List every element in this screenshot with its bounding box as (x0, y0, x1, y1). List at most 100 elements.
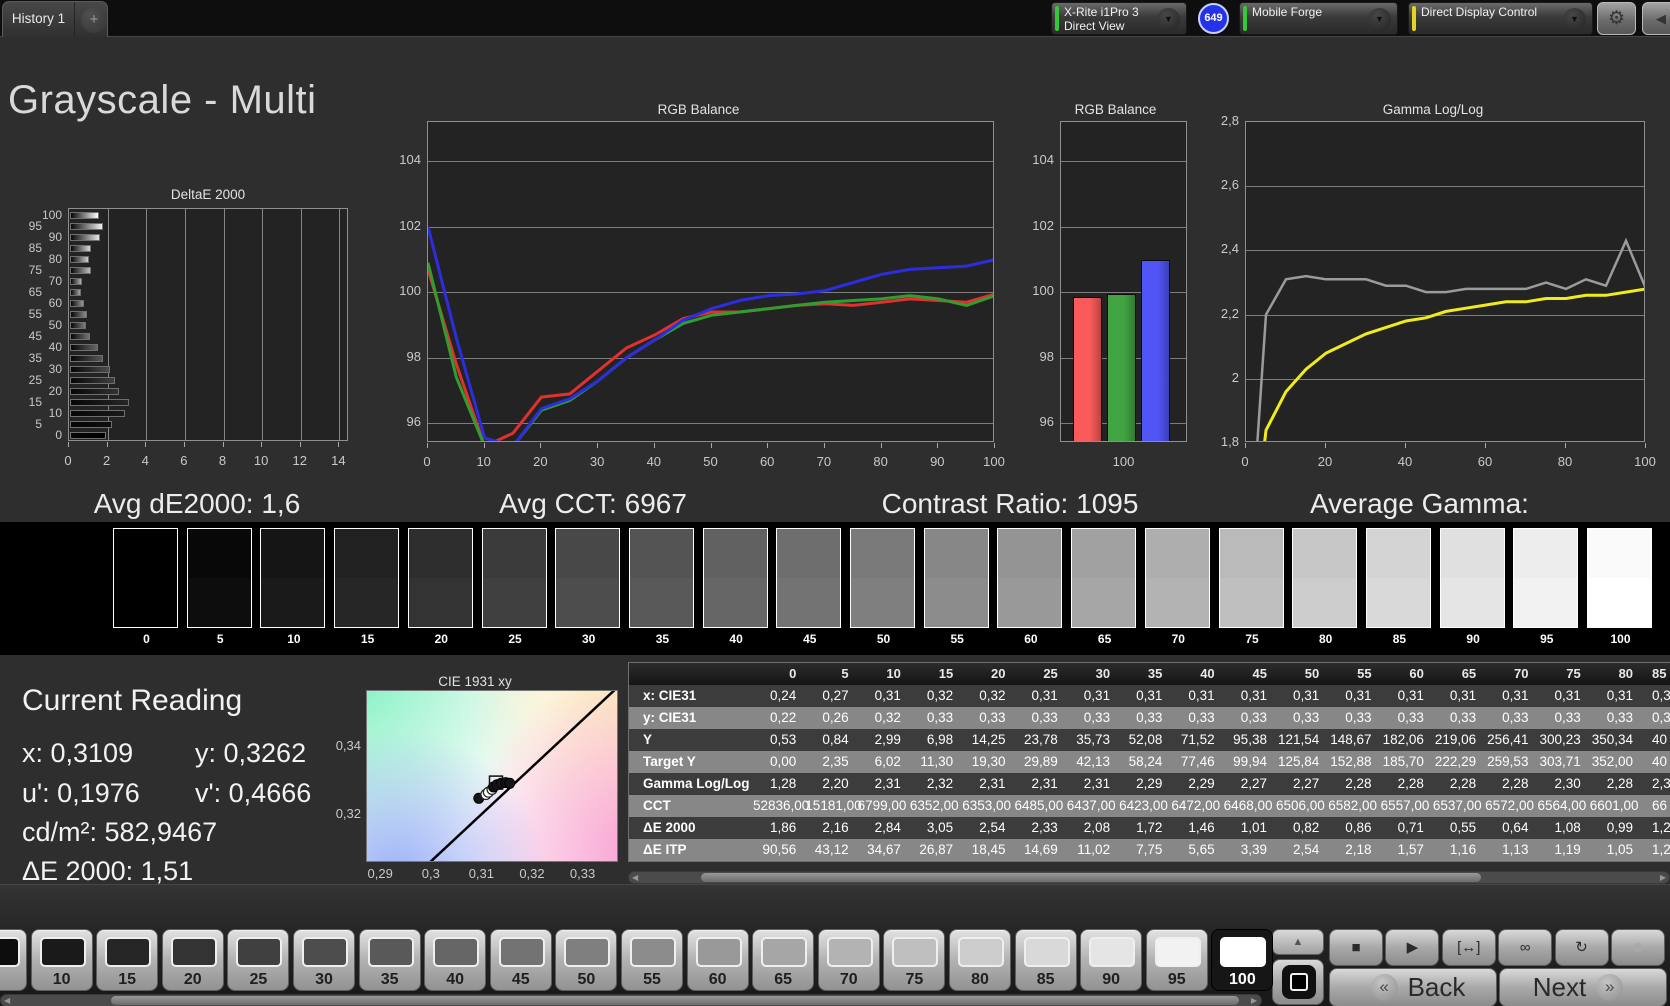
grayscale-swatch-80 (1292, 528, 1358, 628)
patch-button-90[interactable]: 90 (1080, 929, 1143, 991)
patch-button-40[interactable]: 40 (424, 929, 487, 991)
pattern-window-button[interactable] (1272, 959, 1324, 1005)
cell: 6506,00 (1275, 798, 1325, 813)
patch-button-30[interactable]: 30 (293, 929, 355, 991)
meter-label: Mobile Forge (1252, 5, 1323, 19)
table-scrollbar[interactable]: ◀ ▶ (628, 871, 1670, 884)
patch-button-85[interactable]: 85 (1014, 929, 1077, 991)
patch-label: 5 (0, 971, 26, 989)
table-scrollbar-thumb[interactable] (701, 873, 1481, 882)
patch-button-10[interactable]: 10 (30, 929, 93, 991)
chevron-left-icon[interactable]: ◀ (632, 872, 638, 884)
control-button-loop[interactable]: ∞ (1498, 929, 1553, 966)
patch-button-20[interactable]: 20 (161, 929, 224, 991)
meter-dropdown-xrite[interactable]: X-Rite i1Pro 3 Direct View ▼ (1051, 2, 1187, 35)
meter-dropdown-display-control[interactable]: Direct Display Control ▼ (1408, 2, 1593, 35)
swatch-label: 75 (1245, 632, 1259, 646)
control-button-record[interactable]: ● (1611, 929, 1665, 966)
cell: 2,08 (1083, 820, 1111, 835)
chevron-left-icon[interactable]: ◀ (4, 995, 10, 1006)
gridline (184, 209, 186, 440)
patch-button-25[interactable]: 25 (227, 929, 290, 991)
y-tick-label: 65 (28, 285, 42, 299)
patch-button-75[interactable]: 75 (883, 929, 946, 991)
patch-button-80[interactable]: 80 (949, 929, 1011, 991)
control-button-play[interactable]: ▶ (1385, 929, 1440, 966)
gridline (300, 209, 302, 440)
patch-label: 45 (511, 971, 530, 988)
cell: 0,31 (1554, 688, 1581, 703)
control-button-stop[interactable]: ■ (1329, 929, 1383, 966)
cell: 0,55 (1449, 820, 1477, 835)
patch-button-5[interactable]: 5 (0, 929, 27, 991)
x-tick-label: 8 (218, 453, 227, 468)
axis-tick (145, 442, 147, 447)
x-tick-label: 10 (253, 453, 269, 468)
collapse-panel-button[interactable]: ◀ (1642, 2, 1670, 35)
patch-scrollbar-thumb[interactable] (111, 996, 1239, 1005)
axis-tick (338, 442, 340, 447)
patch-swatch (761, 937, 808, 967)
cell: 0,32 (926, 688, 954, 703)
patch-button-60[interactable]: 60 (686, 929, 749, 991)
y-tick-label: 100 (41, 208, 62, 222)
patch-scrollbar[interactable]: ◀ ▶ (0, 994, 1262, 1006)
y-tick-label: 95 (28, 219, 42, 233)
patch-swatch (1023, 937, 1070, 967)
back-button[interactable]: « Back (1329, 968, 1497, 1006)
cell: 2,30 (1554, 776, 1581, 791)
patch-button-15[interactable]: 15 (96, 929, 159, 991)
cell: 182,06 (1382, 732, 1424, 747)
patch-button-100[interactable]: 100 (1211, 929, 1274, 991)
measurement-count-badge[interactable]: 649 (1198, 3, 1229, 34)
cell: 125,84 (1277, 754, 1320, 769)
swatch-actual (482, 529, 546, 578)
add-tab-button[interactable]: + (81, 7, 107, 33)
column-header-65: 65 (1461, 666, 1477, 681)
cell: 0,3 (1652, 688, 1670, 703)
meter-label: X-Rite i1Pro 3 (1064, 5, 1139, 19)
patch-button-95[interactable]: 95 (1145, 929, 1208, 991)
patch-button-45[interactable]: 45 (489, 929, 552, 991)
patch-button-70[interactable]: 70 (817, 929, 880, 991)
gridline (339, 209, 341, 440)
pattern-up-button[interactable]: ▲ (1272, 929, 1324, 955)
x-tick-label: 40 (646, 454, 662, 469)
x-tick-label: 20 (533, 454, 548, 469)
cell: 0,33 (1606, 710, 1634, 725)
patch-label: 85 (1036, 971, 1055, 988)
gridline (262, 209, 264, 440)
cell: 2,32 (926, 776, 954, 791)
control-button-refresh[interactable]: ↻ (1554, 929, 1609, 966)
cell: 1,13 (1502, 842, 1529, 857)
tab-history-1[interactable]: History 1 (3, 2, 75, 37)
patch-button-65[interactable]: 65 (752, 929, 815, 991)
cell: 40 (1652, 754, 1668, 769)
swatch-actual (1514, 529, 1578, 578)
patch-swatch (498, 937, 545, 967)
control-button-step[interactable]: [↔] (1441, 929, 1496, 966)
cell: 0,24 (770, 688, 797, 703)
cell: 1,72 (1136, 820, 1163, 835)
cell: 1,86 (770, 820, 797, 835)
y-tick-label: 104 (1032, 152, 1054, 168)
chevron-right-icon[interactable]: ▶ (1251, 995, 1257, 1006)
settings-button[interactable]: ⚙ (1597, 2, 1636, 35)
summary-contrast-ratio: Contrast Ratio: 1095 (881, 488, 1139, 519)
cell: 2,27 (1292, 776, 1320, 791)
grayscale-swatch-60 (997, 528, 1063, 628)
swatch-label: 85 (1392, 632, 1407, 646)
cell: 2,54 (1292, 842, 1320, 857)
chevron-right-icon[interactable]: ▶ (1660, 872, 1666, 884)
swatch-label: 15 (360, 632, 375, 646)
next-button[interactable]: Next » (1499, 968, 1667, 1006)
y-tick-label: 20 (48, 384, 62, 398)
swatch-target (1440, 578, 1504, 627)
bar-100 (70, 212, 99, 219)
patch-button-55[interactable]: 55 (621, 929, 683, 991)
grayscale-swatch-50 (850, 528, 915, 628)
meter-dropdown-mobile-forge[interactable]: Mobile Forge ▼ (1239, 2, 1398, 35)
cell: 1,01 (1240, 820, 1267, 835)
patch-button-50[interactable]: 50 (555, 929, 618, 991)
patch-button-35[interactable]: 35 (358, 929, 421, 991)
